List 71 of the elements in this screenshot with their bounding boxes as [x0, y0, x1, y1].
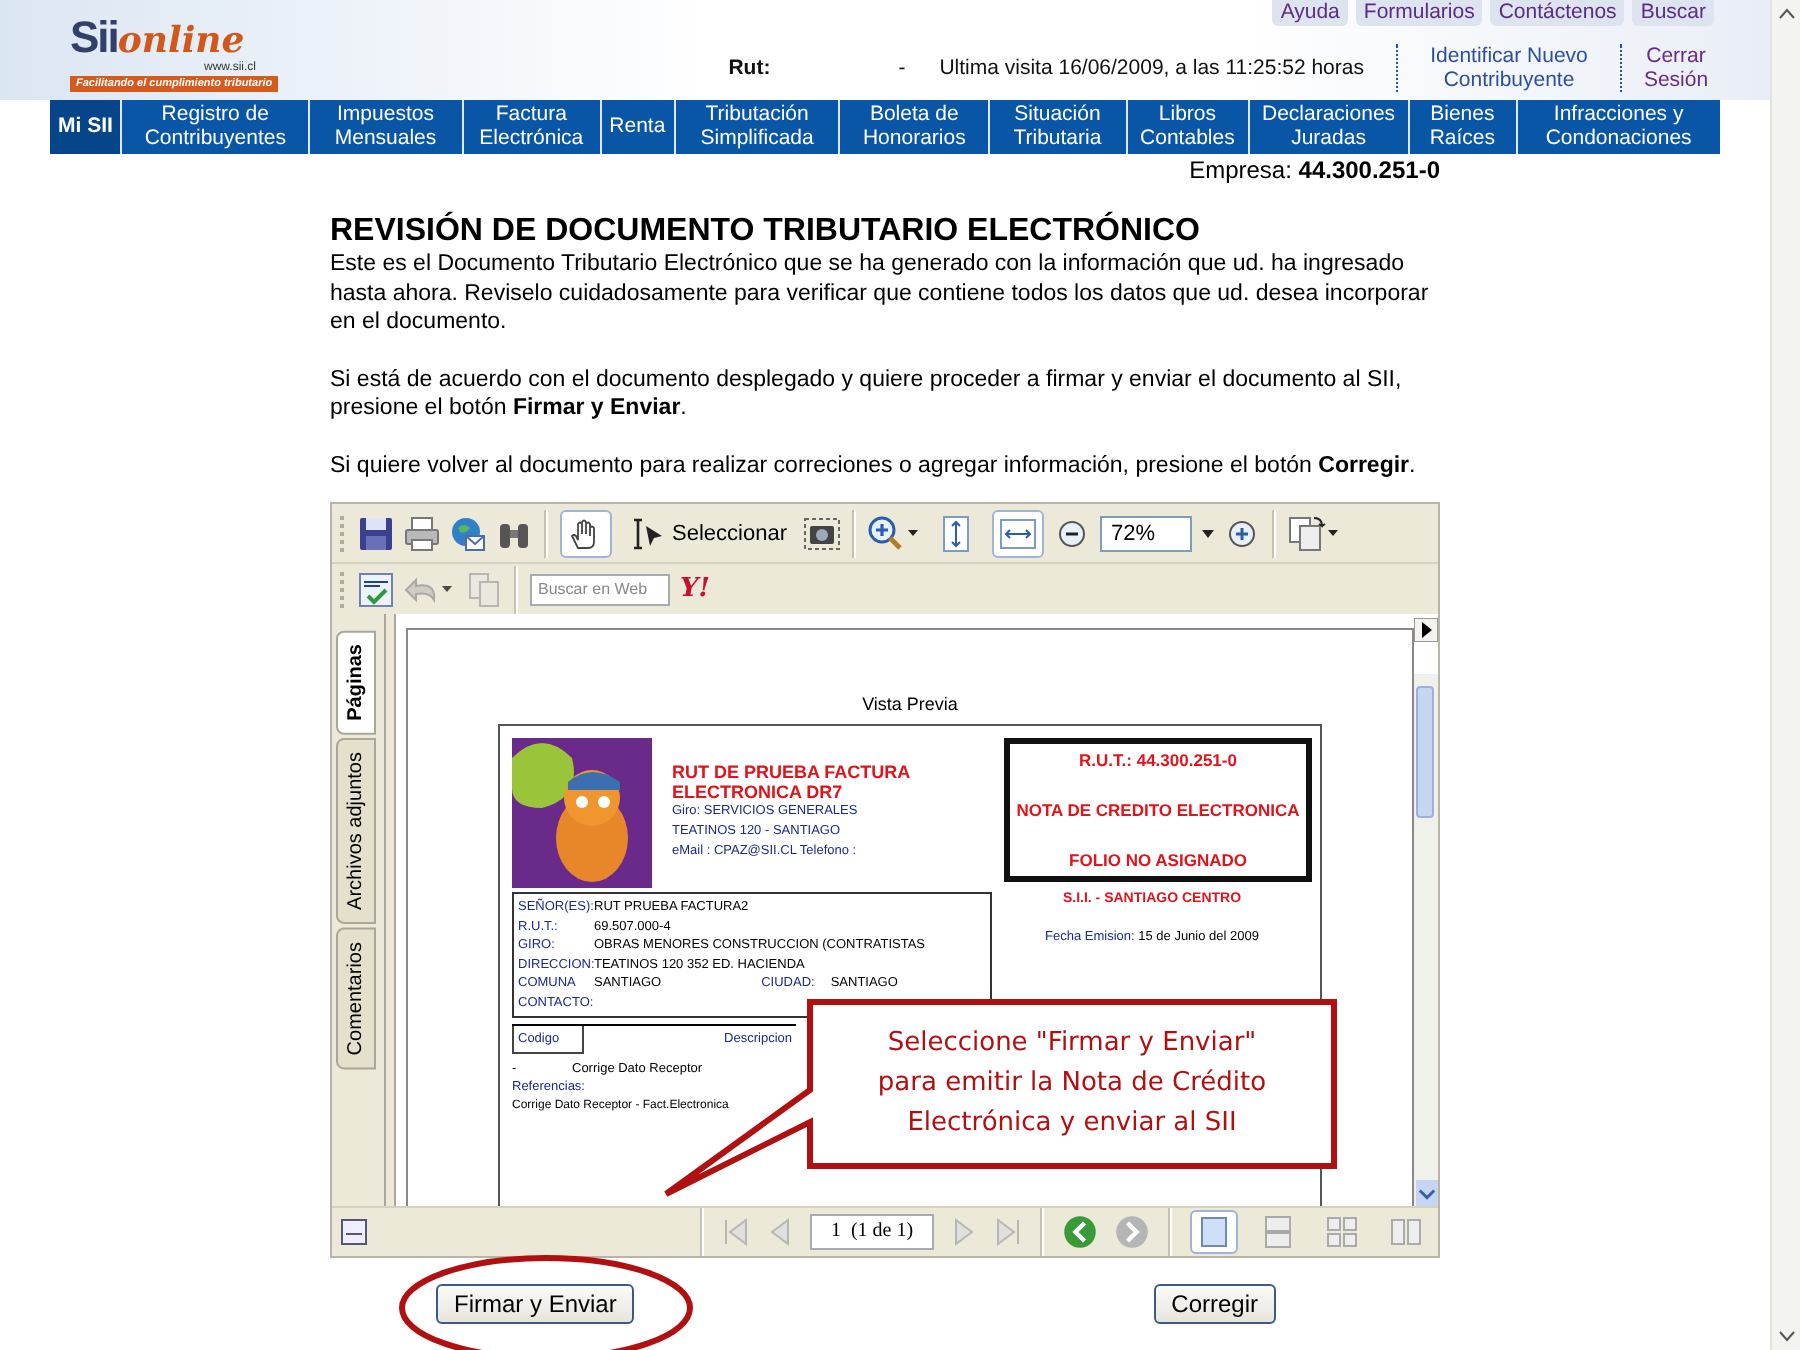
page-layout-icon [1326, 1216, 1358, 1248]
search-provider-logo[interactable]: Y! [680, 574, 710, 604]
save-icon[interactable] [358, 515, 394, 551]
top-link[interactable]: Contáctenos [1490, 0, 1625, 26]
page-number-field[interactable]: 1 (1 de 1) [810, 1214, 934, 1250]
zoom-dropdown[interactable]: 72% [1100, 515, 1193, 551]
page-layout-icon [1390, 1216, 1422, 1248]
page-layout-button[interactable] [1190, 1210, 1238, 1254]
nav-item[interactable]: Registro de Contribuyentes [120, 100, 308, 154]
form-button[interactable]: Firmar y Enviar [436, 1284, 635, 1324]
session-link[interactable]: Identificar Nuevo Contribuyente [1414, 44, 1604, 92]
nav-item[interactable]: Mi SII [50, 100, 121, 154]
page-layout-icon [1198, 1216, 1230, 1248]
page-scrollbar[interactable] [1770, 0, 1800, 1350]
page-title: REVISIÓN DE DOCUMENTO TRIBUTARIO ELECTRÓNICO [330, 214, 1202, 250]
nav-item[interactable]: Situación Tributaria [987, 100, 1126, 154]
nav-item[interactable]: Impuestos Mensuales [307, 100, 462, 154]
nav-item[interactable]: Factura Electrónica [461, 100, 600, 154]
nav-item[interactable]: Bienes Raíces [1407, 100, 1516, 154]
hand-tool-button[interactable] [560, 509, 612, 557]
nav-item[interactable]: Boleta de Honorarios [838, 100, 988, 154]
issuer-name: RUT DE PRUEBA FACTURA ELECTRONICA DR7 [672, 762, 912, 802]
expand-arrow-icon[interactable] [1414, 618, 1438, 642]
web-search-field[interactable]: Buscar en Web [530, 573, 670, 605]
last-visit-text: Ultima visita 16/06/2009, a las 11:25:52 horas [939, 56, 1364, 80]
fit-width-button[interactable] [992, 509, 1045, 557]
preview-heading: Vista Previa [862, 694, 958, 714]
camera-icon[interactable] [804, 515, 841, 551]
fit-height-icon [938, 515, 975, 551]
caret-icon[interactable] [1202, 529, 1215, 537]
spell-check-icon[interactable] [358, 571, 394, 607]
nav-item[interactable]: Renta [599, 100, 674, 154]
side-tab[interactable]: Comentarios [336, 928, 376, 1070]
form-button[interactable]: Corregir [1153, 1284, 1276, 1324]
instruction-paragraph: Si está de acuerdo con el documento desplegado y quiere proceder a firmar y enviar el documento al SII, presione el botón Firmar y Enviar. [330, 365, 1404, 423]
instruction-paragraph: Si quiere volver al documento para realizar correciones o agregar información, presione el botón Corregir. [330, 451, 1418, 480]
panel-icon[interactable] [340, 1218, 368, 1246]
print-icon[interactable] [404, 515, 440, 551]
fit-width-icon [1000, 515, 1037, 551]
side-tab[interactable]: Archivos adjuntos [336, 738, 376, 925]
company-id: Empresa: 44.300.251-0 [1189, 156, 1440, 184]
pages-icon[interactable] [1288, 515, 1341, 551]
scroll-down-icon[interactable] [1417, 1187, 1435, 1199]
scroll-down-icon[interactable] [1777, 1330, 1795, 1342]
zoom-out-icon[interactable] [1054, 515, 1091, 551]
document-type-text: R.U.T.: 44.300.251-0 [1077, 750, 1239, 770]
nav-item[interactable]: Declaraciones Juradas [1247, 100, 1408, 154]
zoom-in-icon[interactable] [868, 515, 921, 551]
nav-item[interactable]: Tributación Simplificada [673, 100, 839, 154]
document-type-text: FOLIO NO ASIGNADO [1067, 850, 1249, 870]
nav-item[interactable]: Libros Contables [1125, 100, 1248, 154]
top-link[interactable]: Formularios [1355, 0, 1483, 26]
top-link[interactable]: Buscar [1632, 0, 1714, 26]
rut-separator: - [898, 56, 906, 80]
text-cursor-icon [630, 515, 666, 551]
session-link[interactable]: Cerrar Sesión [1638, 44, 1714, 92]
page-layout-icon [1262, 1216, 1294, 1248]
zoom-in-circle-icon[interactable] [1224, 515, 1261, 551]
nav-item[interactable]: Infracciones y Condonaciones [1515, 100, 1720, 154]
callout-text: Seleccione "Firmar y Enviar" para emitir la Nota de Crédito Electrónica y enviar al SII [875, 1026, 1269, 1142]
document-type-text: NOTA DE CREDITO ELECTRONICA [1014, 800, 1302, 820]
scrollbar[interactable] [1414, 674, 1438, 1206]
rut-label: Rut: [728, 56, 771, 80]
scroll-up-icon[interactable] [1777, 8, 1795, 20]
side-tab[interactable]: Páginas [336, 630, 376, 735]
select-tool-button[interactable]: Seleccionar [622, 509, 795, 557]
instruction-paragraph: Este es el Documento Tributario Electrónico que se ha generado con la información que ud. ha ingresado hasta ahora. Reviselo cuidadosamente para verificar que contiene todos los datos que ud. desea incorporar en el documento. [330, 250, 1431, 337]
back-icon[interactable] [1062, 1214, 1098, 1250]
email-globe-icon[interactable] [450, 515, 486, 551]
top-link[interactable]: Ayuda [1272, 0, 1348, 26]
scroll-thumb[interactable] [1416, 686, 1434, 818]
